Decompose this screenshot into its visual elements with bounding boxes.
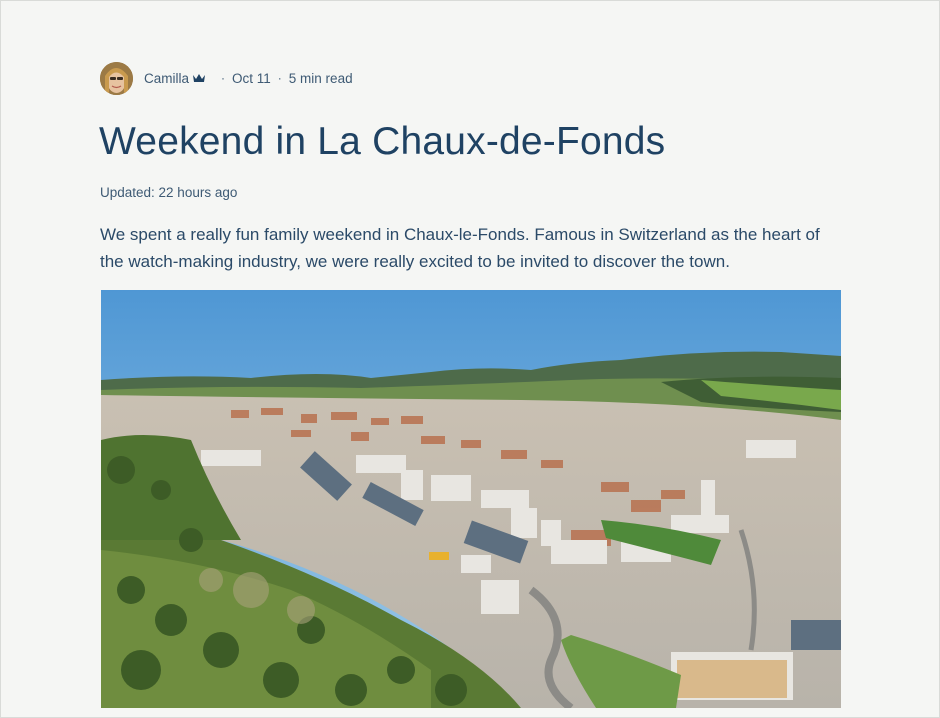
post-title: Weekend in La Chaux-de-Fonds (99, 120, 666, 163)
meta-separator: · (221, 71, 226, 85)
read-time: 5 min read (288, 70, 353, 86)
author-avatar[interactable] (100, 61, 133, 95)
post-intro: We spent a really fun family weekend in … (100, 225, 820, 271)
updated-timestamp: Updated: 22 hours ago (100, 185, 238, 200)
crown-icon (193, 74, 206, 82)
hero-image[interactable] (101, 290, 841, 708)
aerial-town-photo (101, 290, 841, 708)
post-date: Oct 11 (232, 70, 271, 86)
meta-separator: · (277, 71, 282, 85)
blog-post-page: Camilla · Oct 11 · 5 min read Weekend in… (0, 0, 940, 718)
author-name[interactable]: Camilla (144, 71, 189, 86)
post-meta: Camilla · Oct 11 · 5 min read (100, 61, 353, 95)
